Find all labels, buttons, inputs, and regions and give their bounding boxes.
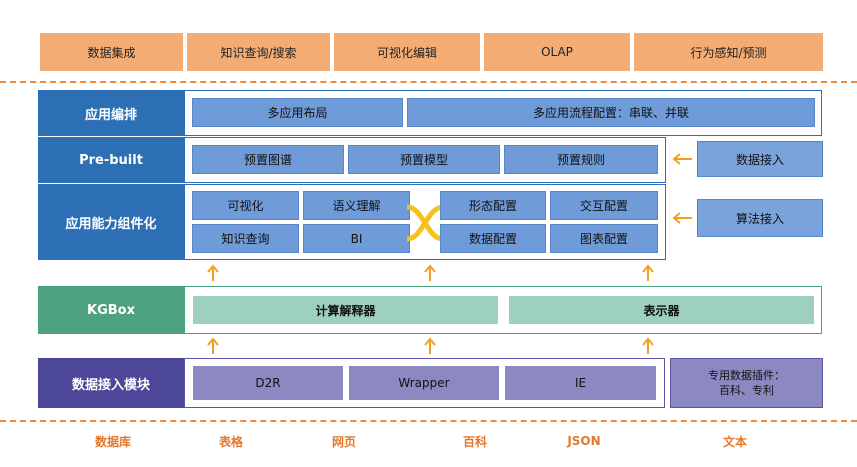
cross-connector-icon: [405, 195, 445, 251]
arrow-up-icon: [206, 337, 220, 355]
cell-preset-model: 预置模型: [348, 145, 500, 174]
special-plugins-line1: 专用数据插件：: [708, 369, 785, 382]
cell-semantic-understanding: 语义理解: [303, 191, 410, 220]
arrow-up-icon: [641, 337, 655, 355]
cell-knowledge-query: 知识查询: [192, 224, 299, 253]
source-database: 数据库: [94, 434, 131, 449]
source-table: 表格: [218, 434, 243, 449]
cell-data-config: 数据配置: [440, 224, 546, 253]
top-item-data-integration: 数据集成: [40, 33, 183, 71]
arrow-left-algorithm-access: [670, 209, 694, 227]
cell-interaction-config: 交互配置: [550, 191, 658, 220]
arrow-up-icon: [206, 264, 220, 282]
label-prebuilt: Pre-built: [38, 137, 184, 183]
cell-compute-interpreter: 计算解释器: [193, 296, 498, 324]
source-encyclopedia: 百科: [462, 434, 487, 449]
bottom-dashed-divider: [0, 420, 857, 422]
cell-chart-config: 图表配置: [550, 224, 658, 253]
label-app-orchestration: 应用编排: [38, 90, 184, 136]
label-data-ingest: 数据接入模块: [38, 358, 184, 408]
label-app-component: 应用能力组件化: [38, 184, 184, 260]
special-plugins-line2: 百科、专利: [719, 384, 774, 397]
cell-multi-app-layout: 多应用布局: [192, 98, 403, 127]
top-item-visual-edit: 可视化编辑: [334, 33, 480, 71]
cell-bi: BI: [303, 224, 410, 253]
label-separator: [38, 136, 184, 137]
label-separator: [38, 183, 184, 184]
source-text: 文本: [722, 434, 747, 449]
top-dashed-divider: [0, 81, 857, 83]
arrow-left-data-access: [670, 150, 694, 168]
cell-representer: 表示器: [509, 296, 814, 324]
cell-visualization: 可视化: [192, 191, 299, 220]
cell-form-config: 形态配置: [440, 191, 546, 220]
arrow-up-icon: [423, 264, 437, 282]
cell-ie: IE: [505, 366, 656, 400]
cell-d2r: D2R: [193, 366, 343, 400]
cell-wrapper: Wrapper: [349, 366, 499, 400]
side-special-plugins: 专用数据插件： 百科、专利: [670, 358, 823, 408]
cell-preset-rule: 预置规则: [504, 145, 658, 174]
arrow-up-icon: [423, 337, 437, 355]
top-item-olap: OLAP: [484, 33, 630, 71]
source-json: JSON: [567, 434, 601, 448]
cell-multi-app-flow: 多应用流程配置：串联、并联: [407, 98, 815, 127]
side-data-access: 数据接入: [697, 141, 823, 177]
source-webpage: 网页: [331, 434, 356, 449]
top-item-knowledge-query: 知识查询/搜索: [187, 33, 330, 71]
top-item-behavior-prediction: 行为感知/预测: [634, 33, 823, 71]
cell-preset-graph: 预置图谱: [192, 145, 344, 174]
label-kgbox: KGBox: [38, 286, 184, 334]
arrow-up-icon: [641, 264, 655, 282]
side-algorithm-access: 算法接入: [697, 199, 823, 237]
